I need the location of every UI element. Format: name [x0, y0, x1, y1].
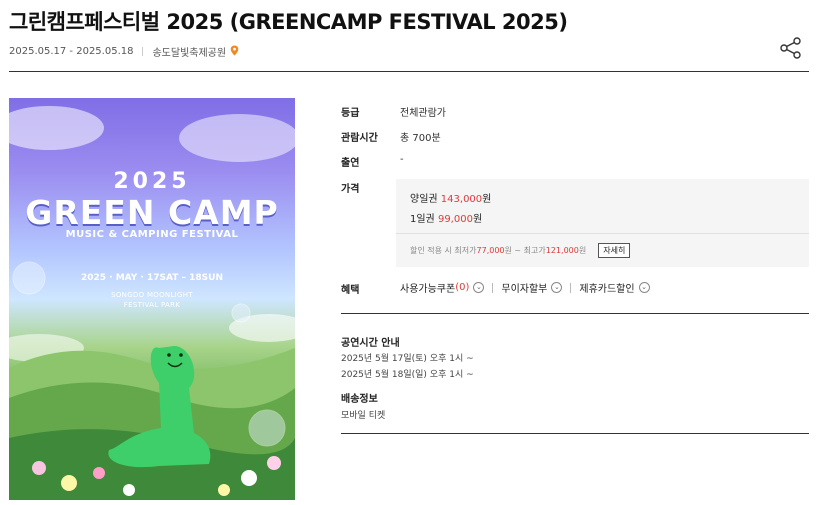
runtime-label: 관람시간	[341, 133, 378, 144]
cast-value: -	[400, 154, 404, 165]
price-row-one-day: 1일권 99,000원	[410, 210, 482, 225]
event-period: 2025.05.17 - 2025.05.18	[9, 46, 134, 57]
price-name: 양일권	[410, 194, 438, 205]
discount-min: 77,000	[476, 246, 505, 255]
cast-label: 출연	[341, 158, 360, 169]
grade-value: 전체관람가	[400, 108, 446, 119]
delivery-value: 모바일 티켓	[341, 411, 386, 421]
poster-artwork	[9, 106, 295, 500]
benefit-card-label: 제휴카드할인	[579, 284, 635, 295]
price-amount: 99,000	[437, 214, 473, 225]
price-row-both-days: 양일권 143,000원	[410, 190, 491, 205]
benefit-installment-label: 무이자할부	[501, 284, 548, 295]
discount-mid: 원 ~ 최고가	[504, 246, 546, 255]
benefit-divider	[570, 282, 572, 293]
price-name: 1일권	[410, 214, 435, 225]
poster-year: 2025	[113, 169, 191, 194]
benefit-label: 혜택	[341, 285, 360, 296]
price-amount: 143,000	[440, 194, 483, 205]
discount-info: 할인 적용 시 최저가 77,000 원 ~ 최고가 121,000 원 자세히	[410, 243, 631, 258]
poster-headline: GREEN CAMP	[25, 193, 279, 232]
chevron-down-icon[interactable]: ⌄	[473, 282, 485, 293]
price-unit: 원	[472, 214, 483, 225]
price-divider	[396, 233, 809, 234]
schedule-title: 공연시간 안내	[341, 338, 400, 349]
poster-subtitle: MUSIC & CAMPING FESTIVAL	[65, 229, 239, 240]
section-divider	[341, 313, 809, 314]
price-box: 양일권 143,000원 1일권 99,000원 할인 적용 시 최저가 77,…	[396, 179, 809, 267]
meta-divider	[142, 47, 144, 56]
poster-venue-line1: SONGDO MOONLIGHT	[111, 291, 193, 299]
location-pin-icon[interactable]	[230, 45, 239, 59]
grade-label: 등급	[341, 108, 360, 119]
event-meta: 2025.05.17 - 2025.05.18 송도달빛축제공원	[9, 44, 239, 59]
benefit-coupon-label: 사용가능쿠폰	[400, 284, 456, 295]
discount-suffix: 원	[578, 246, 587, 255]
discount-max: 121,000	[545, 246, 579, 255]
event-venue[interactable]: 송도달빛축제공원	[152, 44, 226, 59]
benefit-installment[interactable]: 무이자할부 ⌄	[501, 280, 563, 295]
benefit-coupon[interactable]: 사용가능쿠폰 (0) ⌄	[400, 280, 485, 295]
price-unit: 원	[482, 194, 492, 205]
schedule-line: 2025년 5월 18일(일) 오후 1시 ~	[341, 370, 474, 380]
benefit-coupon-count: (0)	[455, 282, 470, 293]
runtime-value: 총 700분	[400, 133, 441, 144]
poster-dates: 2025 · MAY · 17SAT – 18SUN	[80, 273, 224, 283]
poster-venue-line2: FESTIVAL PARK	[123, 301, 181, 309]
benefit-card[interactable]: 제휴카드할인 ⌄	[579, 280, 650, 295]
delivery-title: 배송정보	[341, 394, 378, 405]
share-icon[interactable]	[779, 36, 803, 60]
benefit-divider	[492, 282, 494, 293]
benefit-list: 사용가능쿠폰 (0) ⌄ 무이자할부 ⌄ 제휴카드할인 ⌄	[400, 280, 650, 295]
discount-detail-button[interactable]: 자세히	[598, 243, 631, 258]
chevron-down-icon[interactable]: ⌄	[638, 282, 650, 293]
price-label: 가격	[341, 184, 360, 195]
schedule-line: 2025년 5월 17일(토) 오후 1시 ~	[341, 354, 474, 364]
discount-prefix: 할인 적용 시 최저가	[410, 246, 477, 255]
page-title: 그린캠프페스티벌 2025 (GREENCAMP FESTIVAL 2025)	[9, 10, 568, 34]
header-divider	[9, 71, 809, 72]
section-divider	[341, 433, 809, 434]
event-poster: 2025 GREEN CAMP MUSIC & CAMPING FESTIVAL…	[9, 98, 295, 500]
chevron-down-icon[interactable]: ⌄	[551, 282, 563, 293]
